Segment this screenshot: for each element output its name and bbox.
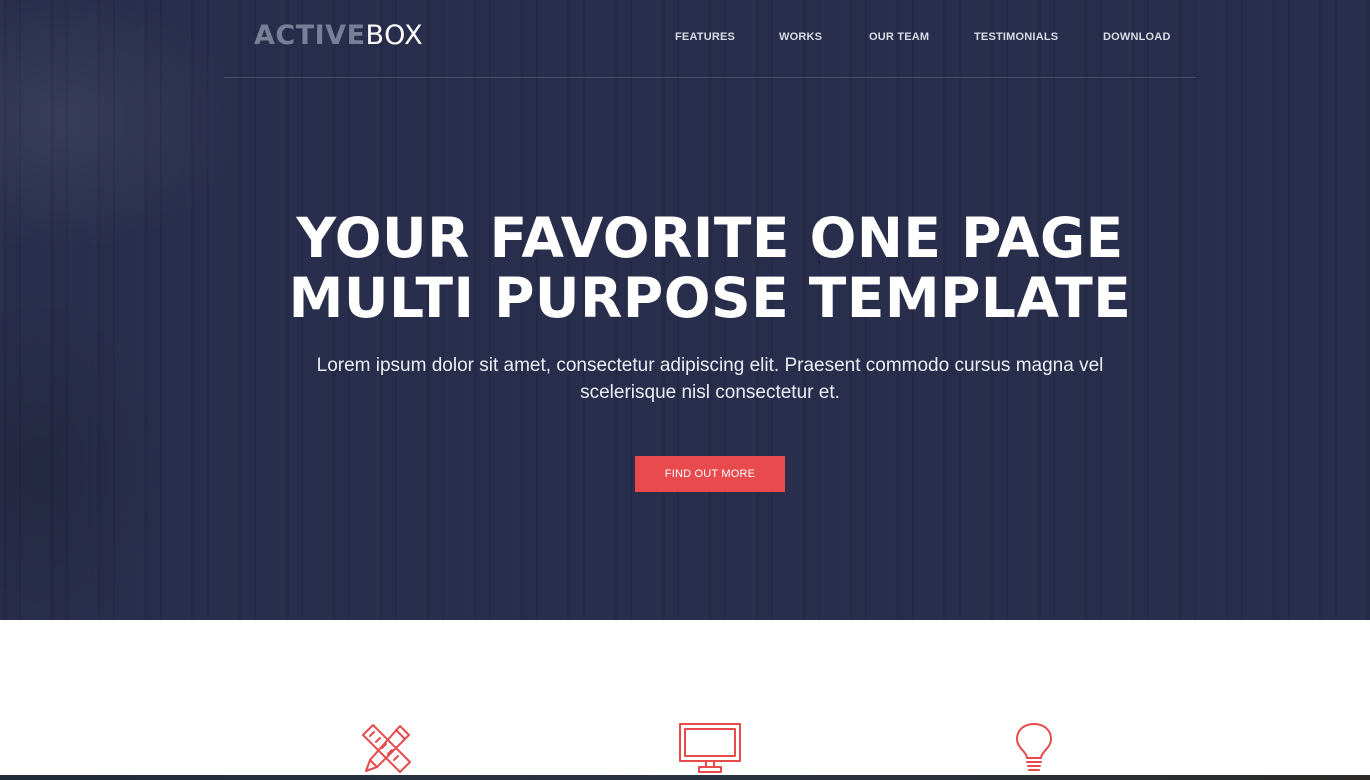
nav-divider	[224, 77, 1196, 78]
main-nav: FEATURES WORKS OUR TEAM TESTIMONIALS DOW…	[0, 28, 1370, 46]
hero-title-line-1: YOUR FAVORITE ONE PAGE	[296, 206, 1124, 270]
lightbulb-icon	[1016, 723, 1052, 771]
nav-item-testimonials[interactable]: TESTIMONIALS	[974, 28, 1058, 46]
hero-section: ACTIVEBOX FEATURES WORKS OUR TEAM TESTIM…	[0, 0, 1370, 620]
bottom-strip	[0, 775, 1370, 780]
pencil-ruler-icon	[362, 724, 411, 773]
hero-title: YOUR FAVORITE ONE PAGE MULTI PURPOSE TEM…	[185, 208, 1235, 328]
monitor-icon	[679, 723, 741, 773]
nav-item-download[interactable]: DOWNLOAD	[1103, 28, 1171, 46]
nav-item-features[interactable]: FEATURES	[675, 28, 735, 46]
nav-item-our-team[interactable]: OUR TEAM	[869, 28, 929, 46]
hero-title-line-2: MULTI PURPOSE TEMPLATE	[288, 266, 1132, 330]
nav-item-works[interactable]: WORKS	[779, 28, 822, 46]
hero-subtitle: Lorem ipsum dolor sit amet, consectetur …	[316, 355, 1104, 403]
page: ACTIVEBOX FEATURES WORKS OUR TEAM TESTIM…	[0, 0, 1370, 780]
find-out-more-button[interactable]: FIND OUT MORE	[635, 456, 785, 492]
features-section	[0, 620, 1370, 780]
